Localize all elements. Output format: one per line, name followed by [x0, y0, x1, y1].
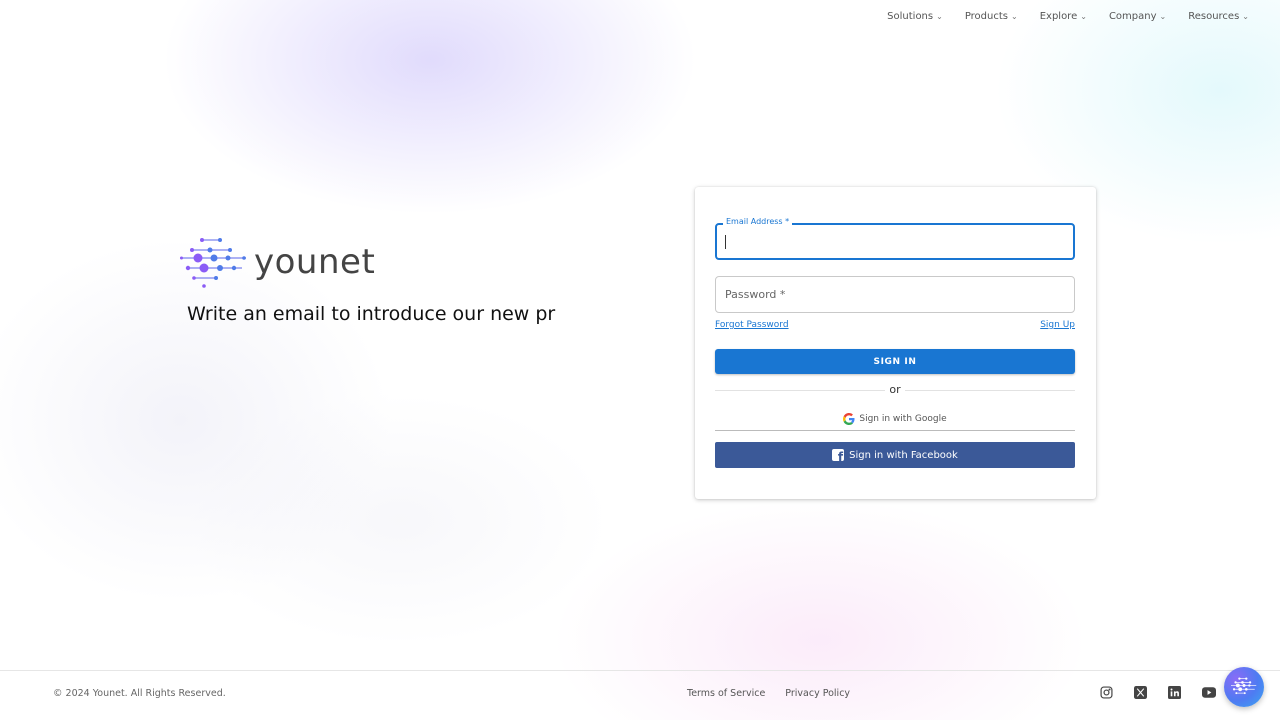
footer: © 2024 Younet. All Rights Reserved. Term… [0, 670, 1280, 720]
nav-explore[interactable]: Explore ⌄ [1040, 11, 1087, 22]
nav-resources[interactable]: Resources ⌄ [1188, 11, 1249, 22]
footer-links: Terms of Service Privacy Policy [687, 688, 850, 699]
linkedin-icon[interactable] [1167, 685, 1182, 700]
google-button-label: Sign in with Google [859, 413, 947, 424]
nav-solutions[interactable]: Solutions ⌄ [887, 11, 943, 22]
nav-products[interactable]: Products ⌄ [965, 11, 1018, 22]
facebook-button-label: Sign in with Facebook [849, 449, 958, 461]
brand-logo: younet [180, 236, 375, 288]
chevron-down-icon: ⌄ [1080, 12, 1087, 21]
younet-logo-icon [180, 238, 246, 288]
nav-resources-label: Resources [1188, 11, 1240, 22]
sign-up-link[interactable]: Sign Up [1040, 320, 1075, 330]
nav-explore-label: Explore [1039, 11, 1078, 22]
top-navigation: Solutions ⌄ Products ⌄ Explore ⌄ Company… [887, 11, 1249, 22]
brand-name: younet [254, 242, 376, 282]
login-card: Email Address * Password * Forgot Passwo… [695, 187, 1096, 499]
google-sign-in-button[interactable]: Sign in with Google [715, 407, 1075, 431]
nav-solutions-label: Solutions [887, 11, 934, 22]
younet-logo-icon [1231, 677, 1257, 695]
chevron-down-icon: ⌄ [1011, 12, 1018, 21]
nav-company[interactable]: Company ⌄ [1109, 11, 1166, 22]
sign-in-button[interactable]: SIGN IN [715, 349, 1075, 374]
nav-products-label: Products [964, 11, 1008, 22]
terms-of-service-link[interactable]: Terms of Service [687, 688, 765, 699]
password-field[interactable]: Password * [715, 276, 1075, 313]
email-field[interactable]: Email Address * [715, 217, 1075, 260]
facebook-sign-in-button[interactable]: f Sign in with Facebook [715, 442, 1075, 468]
text-cursor [725, 235, 726, 249]
chevron-down-icon: ⌄ [1159, 12, 1167, 21]
or-separator: or [885, 383, 905, 396]
google-icon [843, 412, 855, 425]
chat-assistant-button[interactable] [1224, 667, 1264, 707]
password-input[interactable] [716, 277, 1074, 312]
youtube-icon[interactable] [1201, 685, 1216, 700]
email-input[interactable] [717, 225, 1073, 258]
copyright-text: © 2024 Younet. All Rights Reserved. [53, 688, 226, 699]
chevron-down-icon: ⌄ [1242, 12, 1249, 21]
facebook-icon: f [832, 449, 845, 461]
privacy-policy-link[interactable]: Privacy Policy [785, 688, 850, 699]
instagram-icon[interactable] [1099, 685, 1114, 700]
typing-tagline: Write an email to introduce our new pr [187, 303, 556, 325]
auth-links-row: Forgot Password Sign Up [715, 320, 1075, 330]
forgot-password-link[interactable]: Forgot Password [715, 320, 789, 330]
chevron-down-icon: ⌄ [936, 12, 943, 21]
nav-company-label: Company [1108, 11, 1157, 22]
social-links [1099, 685, 1216, 700]
x-icon[interactable] [1133, 685, 1148, 700]
